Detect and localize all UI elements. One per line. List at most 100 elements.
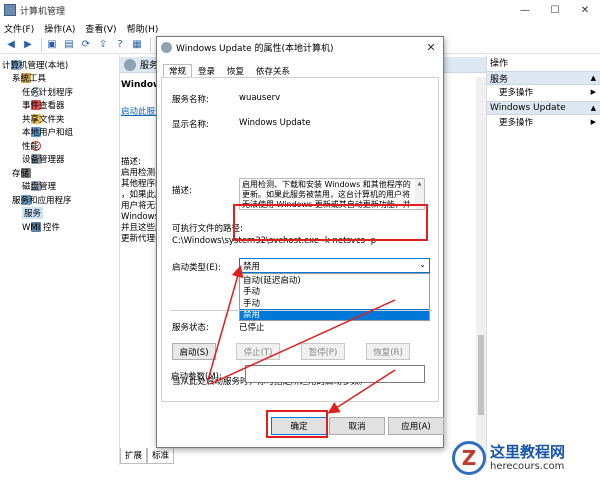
general-tab-panel: 服务名称: wuauserv 显示名称: Windows Update 描述: … bbox=[161, 77, 439, 402]
ok-button[interactable]: 确定 bbox=[271, 417, 327, 435]
tree-item-label: WMI 控件 bbox=[22, 222, 60, 233]
startup-type-value: 禁用 bbox=[243, 261, 261, 272]
cancel-button[interactable]: 取消 bbox=[329, 417, 385, 435]
tab-recovery[interactable]: 恢复 bbox=[221, 64, 250, 78]
help-icon[interactable]: ? bbox=[113, 38, 127, 52]
description-box[interactable]: 启用检测、下载和安装 Windows 和其他程序的更新。如果此服务被禁用，这台计… bbox=[239, 178, 425, 210]
services-scrollbar[interactable] bbox=[476, 77, 486, 457]
tree-item[interactable]: 设备管理器 bbox=[0, 153, 119, 167]
tree-item[interactable]: WMI 控件 bbox=[0, 220, 119, 234]
tree-item-label: 服务 bbox=[22, 207, 44, 220]
gear-icon bbox=[124, 58, 136, 71]
pause-button[interactable]: 暂停(P) bbox=[301, 343, 345, 360]
startup-type-select[interactable]: 禁用 ⌄ bbox=[239, 258, 430, 273]
watermark: Z 这里教程网 herecours.com bbox=[452, 436, 600, 480]
toolbar-separator bbox=[150, 37, 151, 52]
tab-extended[interactable]: 扩展 bbox=[120, 448, 148, 464]
window-controls: — ☐ ✕ bbox=[510, 0, 600, 20]
tree-item-label: 共享文件夹 bbox=[22, 114, 65, 125]
toolbar-separator bbox=[41, 37, 42, 52]
computer-management-icon bbox=[4, 4, 16, 16]
service-name-label: 服务名称: bbox=[172, 95, 209, 105]
tree-item-label: 本地用户和组 bbox=[22, 128, 74, 139]
tree-item[interactable]: › 任务计划程序 bbox=[0, 85, 119, 99]
view-tabs: 扩展 标准 bbox=[120, 448, 175, 464]
tree-item[interactable]: › 共享文件夹 bbox=[0, 112, 119, 126]
window-title: 计算机管理 bbox=[20, 6, 66, 17]
scrollbar-thumb[interactable] bbox=[478, 335, 484, 415]
start-params-label: 启动参数(M): bbox=[171, 372, 222, 382]
menu-file[interactable]: 文件(F) bbox=[4, 22, 34, 35]
tab-logon[interactable]: 登录 bbox=[192, 64, 221, 78]
tree-item-label: 系统工具 bbox=[12, 74, 47, 85]
tree-item-label: 性能 bbox=[22, 141, 40, 152]
forward-icon[interactable]: ▶ bbox=[21, 38, 35, 52]
menu-bar: 文件(F) 操作(A) 查看(V) 帮助(H) bbox=[0, 20, 600, 36]
resume-button[interactable]: 恢复(R) bbox=[366, 343, 410, 360]
service-name-value: wuauserv bbox=[239, 93, 281, 103]
actions-title: 操作 bbox=[490, 58, 509, 69]
description-text: 启用检测、下载和安装 Windows 和其他程序的更新。如果此服务被禁用，这台计… bbox=[242, 180, 411, 209]
dialog-close-icon[interactable]: ✕ bbox=[419, 38, 443, 56]
close-button[interactable]: ✕ bbox=[570, 0, 600, 20]
dialog-title: Windows Update 的属性(本地计算机) bbox=[176, 43, 334, 54]
chevron-right-icon: ▶ bbox=[590, 118, 596, 126]
tree-item-label: 设备管理器 bbox=[22, 155, 65, 166]
dialog-titlebar: Windows Update 的属性(本地计算机) ✕ bbox=[157, 37, 443, 57]
tree-item-label: 任务计划程序 bbox=[22, 87, 74, 98]
export-icon[interactable]: ⇪ bbox=[96, 38, 110, 52]
refresh-icon[interactable]: ⟳ bbox=[79, 38, 93, 52]
more-actions-link[interactable]: 更多操作 ▶ bbox=[487, 85, 600, 99]
startup-option[interactable]: 自动(延迟启动) bbox=[240, 274, 429, 286]
window-titlebar: 计算机管理 — ☐ ✕ bbox=[0, 0, 600, 20]
tree-item[interactable]: ⌄ 服务和应用程序 bbox=[0, 193, 119, 207]
startup-option[interactable]: 手动 bbox=[240, 297, 429, 309]
tab-general[interactable]: 常规 bbox=[163, 64, 193, 78]
tree-item[interactable]: ⌄ 存储 bbox=[0, 166, 119, 180]
menu-view[interactable]: 查看(V) bbox=[85, 22, 116, 35]
service-status-value: 已停止 bbox=[239, 323, 265, 333]
menu-help[interactable]: 帮助(H) bbox=[127, 22, 159, 35]
tree-item-label: 存储 bbox=[12, 168, 30, 179]
back-icon[interactable]: ◀ bbox=[4, 38, 18, 52]
chevron-right-icon: ▶ bbox=[590, 88, 596, 96]
apply-button[interactable]: 应用(A) bbox=[388, 417, 444, 435]
menu-action[interactable]: 操作(A) bbox=[44, 22, 75, 35]
display-name-label: 显示名称: bbox=[172, 120, 209, 130]
tree-item[interactable]: › 本地用户和组 bbox=[0, 126, 119, 140]
minimize-button[interactable]: — bbox=[510, 0, 540, 20]
tree-item[interactable]: 计算机管理(本地) bbox=[0, 58, 119, 72]
start-params-input[interactable] bbox=[245, 365, 425, 383]
start-button[interactable]: 启动(S) bbox=[172, 343, 216, 360]
actions-section-windows-update[interactable]: Windows Update ▲ bbox=[487, 101, 600, 115]
show-tree-icon[interactable]: ▤ bbox=[62, 38, 76, 52]
tree-item[interactable]: › 性能 bbox=[0, 139, 119, 153]
tree-item[interactable]: 服务 bbox=[0, 207, 119, 221]
watermark-logo-icon: Z bbox=[452, 441, 486, 475]
collapse-icon: ▲ bbox=[590, 74, 596, 82]
tree-item[interactable]: ⌄ 系统工具 bbox=[0, 72, 119, 86]
properties-icon[interactable]: ▦ bbox=[130, 38, 144, 52]
dialog-tabs: 常规 登录 恢复 依存关系 bbox=[163, 64, 296, 78]
actions-section-services[interactable]: 服务 ▲ bbox=[487, 71, 600, 85]
tab-dependencies[interactable]: 依存关系 bbox=[250, 64, 296, 78]
chevron-down-icon: ⌄ bbox=[419, 260, 426, 269]
navigation-tree: 计算机管理(本地) ⌄ 系统工具 › 任务计划程序 › 事件查看器 › 共享文件夹 › 本地用户和组… bbox=[0, 55, 120, 465]
tree-item[interactable]: 磁盘管理 bbox=[0, 180, 119, 194]
service-status-label: 服务状态: bbox=[172, 323, 209, 333]
startup-type-options: 自动(延迟启动) 手动 手动 禁用 bbox=[239, 273, 430, 321]
gear-icon bbox=[161, 41, 172, 53]
watermark-cn: 这里教程网 bbox=[490, 443, 566, 461]
exe-path-label: 可执行文件的路径: bbox=[172, 224, 243, 234]
description-label: 描述: bbox=[172, 186, 192, 196]
description-scrollbar[interactable]: ▲▼ bbox=[415, 179, 424, 209]
startup-option[interactable]: 手动 bbox=[240, 286, 429, 297]
stop-button[interactable]: 停止(T) bbox=[236, 343, 280, 360]
up-folder-icon[interactable]: ▣ bbox=[45, 38, 59, 52]
actions-section-label: 服务 bbox=[490, 74, 509, 85]
more-actions-link[interactable]: 更多操作 ▶ bbox=[487, 115, 600, 129]
tab-standard[interactable]: 标准 bbox=[147, 448, 175, 464]
tree-item[interactable]: › 事件查看器 bbox=[0, 99, 119, 113]
more-actions-label: 更多操作 bbox=[499, 118, 534, 128]
maximize-button[interactable]: ☐ bbox=[540, 0, 570, 20]
